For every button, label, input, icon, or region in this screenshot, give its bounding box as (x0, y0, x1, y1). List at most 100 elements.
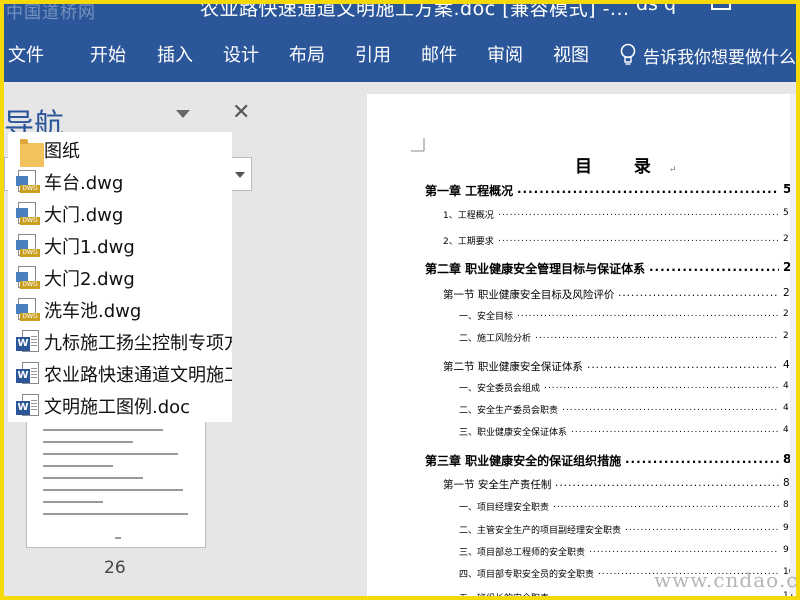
dwg-file-icon: DWG (16, 170, 40, 194)
tab-review[interactable]: 审阅 (487, 41, 523, 67)
thumb-line (43, 501, 103, 503)
file-name: 大门.dwg (44, 205, 124, 226)
toc-page-number: 9 (783, 523, 789, 533)
toc-leader-dots: ........................................… (562, 403, 779, 413)
toc-page-number: 4 (783, 381, 789, 391)
toc-page-number: 2 (783, 309, 789, 319)
file-name: 农业路快速通道文明施工 (44, 365, 232, 386)
folder-icon (20, 139, 44, 167)
toc-leader-dots: ........................................… (544, 381, 779, 391)
file-name: 图纸 (44, 141, 80, 162)
toc-leader-dots: ........................................… (535, 331, 779, 341)
toc-page-number: 2 (783, 234, 789, 244)
thumb-line (43, 489, 183, 491)
tab-design[interactable]: 设计 (223, 41, 259, 67)
toc-leader-dots: ........................................… (553, 500, 779, 510)
list-item[interactable]: W 文明施工图例.doc (8, 390, 232, 422)
toc-entry[interactable]: 第一节 职业健康安全目标及风险评价.......................… (443, 287, 800, 303)
dwg-file-icon: DWG (16, 234, 40, 258)
toc-entry[interactable]: 第三章 职业健康安全的保证组织措施.......................… (425, 452, 800, 468)
site-watermark: 中国道桥网 (6, 3, 96, 23)
crop-mark-icon (411, 138, 425, 152)
toc-leader-dots: ........................................… (589, 545, 779, 555)
toc-title: 目 录↵ (575, 157, 677, 177)
list-item[interactable]: W 农业路快速通道文明施工 (8, 358, 232, 390)
list-item[interactable]: 图纸 (8, 134, 232, 167)
tab-view[interactable]: 视图 (553, 41, 589, 67)
ribbon-tabs: 文件 开始 插入 设计 布局 引用 邮件 审阅 视图 告诉我你想要做什么 (0, 32, 800, 82)
toc-page-number: 4 (783, 425, 789, 435)
thumbnail-page-number: 26 (104, 558, 126, 578)
toc-entry[interactable]: 三、项目部总工程师的安全职责..........................… (459, 545, 800, 561)
word-doc-icon: W (16, 362, 40, 386)
file-name: 大门2.dwg (44, 269, 135, 290)
toc-entry[interactable]: 1、工程概况..................................… (443, 208, 800, 224)
tab-file[interactable]: 文件 (8, 41, 44, 67)
toc-leader-dots: ........................................… (618, 287, 779, 299)
file-list: 图纸 DWG 车台.dwg DWG 大门.dwg DWG 大门1.dwg DWG… (8, 132, 232, 422)
thumb-line (115, 537, 121, 539)
toc-entry[interactable]: 二、施工风险分析................................… (459, 331, 800, 347)
list-item[interactable]: W 九标施工扬尘控制专项方案 (8, 326, 232, 358)
file-name: 大门1.dwg (44, 237, 135, 258)
thumb-line (43, 429, 163, 431)
toc-entry[interactable]: 一、项目经理安全职责..............................… (459, 500, 800, 516)
toc-page-number: 9 (783, 545, 789, 555)
tab-insert[interactable]: 插入 (157, 41, 193, 67)
tab-layout[interactable]: 布局 (289, 41, 325, 67)
chevron-down-icon[interactable] (176, 110, 190, 118)
toc-leader-dots: ........................................… (571, 425, 779, 435)
toc-page-number: 4 (783, 359, 790, 371)
toc-leader-dots: ........................................… (625, 452, 779, 466)
dwg-file-icon: DWG (16, 298, 40, 322)
lightbulb-icon (620, 43, 636, 65)
tab-home[interactable]: 开始 (90, 41, 126, 67)
tab-mailings[interactable]: 邮件 (421, 41, 457, 67)
toc-entry[interactable]: 第一章 工程概况................................… (425, 182, 800, 198)
file-name: 文明施工图例.doc (44, 397, 191, 418)
file-name: 九标施工扬尘控制专项方案 (44, 333, 232, 354)
user-name[interactable]: ds q (636, 0, 676, 15)
toc-entry[interactable]: 第二节 职业健康安全保证体系..........................… (443, 359, 800, 375)
list-item[interactable]: DWG 车台.dwg (8, 166, 232, 198)
toc-page-number: 5 (783, 208, 789, 218)
thumb-line (43, 441, 133, 443)
toc-entry[interactable]: 第二章 职业健康安全管理目标与保证体系.....................… (425, 260, 800, 276)
toc-leader-dots: ........................................… (555, 477, 779, 489)
thumb-line (43, 465, 113, 467)
vertical-scrollbar[interactable] (790, 94, 796, 594)
title-bar: 中国道桥网 农业路快速通道文明施工方案.doc [兼容模式] -... ds q (0, 0, 800, 32)
toc-entry[interactable]: 二、主管安全生产的项目副经理安全职责......................… (459, 523, 800, 539)
site-watermark-bottom: www.cndao.com (654, 568, 800, 592)
toc-entry[interactable]: 二、安全生产委员会职责.............................… (459, 403, 800, 419)
toc-page-number: 8 (783, 477, 790, 489)
toc-leader-dots: ........................................… (517, 309, 779, 319)
file-name: 车台.dwg (44, 173, 124, 194)
toc-entry[interactable]: 一、安全目标..................................… (459, 309, 800, 325)
toc-entry[interactable]: 三、职业健康安全保证体系............................… (459, 425, 800, 441)
page-thumbnail[interactable] (26, 420, 206, 548)
search-dropdown-icon[interactable] (235, 172, 245, 178)
document-page[interactable]: 目 录↵ 第一章 工程概况...........................… (367, 94, 800, 600)
list-item[interactable]: DWG 大门1.dwg (8, 230, 232, 262)
thumb-line (43, 453, 178, 455)
toc-entry[interactable]: 2、工期要求..................................… (443, 234, 800, 250)
toc-leader-dots: ........................................… (649, 260, 779, 274)
toc-leader-dots: ........................................… (517, 182, 779, 196)
dwg-file-icon: DWG (16, 266, 40, 290)
tell-me-search[interactable]: 告诉我你想要做什么 (643, 43, 796, 68)
toc-page-number: 4 (783, 403, 789, 413)
tab-references[interactable]: 引用 (355, 41, 391, 67)
ribbon-display-options-icon[interactable] (711, 0, 731, 10)
toc-entry[interactable]: 第一节 安全生产责任制.............................… (443, 477, 800, 493)
dwg-file-icon: DWG (16, 202, 40, 226)
list-item[interactable]: DWG 大门2.dwg (8, 262, 232, 294)
list-item[interactable]: DWG 洗车池.dwg (8, 294, 232, 326)
toc-leader-dots: ........................................… (498, 208, 779, 218)
thumb-line (43, 513, 188, 515)
toc-entry[interactable]: 五、班组长的安全职责..............................… (459, 591, 800, 600)
list-item[interactable]: DWG 大门.dwg (8, 198, 232, 230)
close-icon[interactable]: ✕ (232, 100, 250, 125)
toc-leader-dots: ........................................… (498, 234, 779, 244)
toc-entry[interactable]: 一、安全委员会组成...............................… (459, 381, 800, 397)
